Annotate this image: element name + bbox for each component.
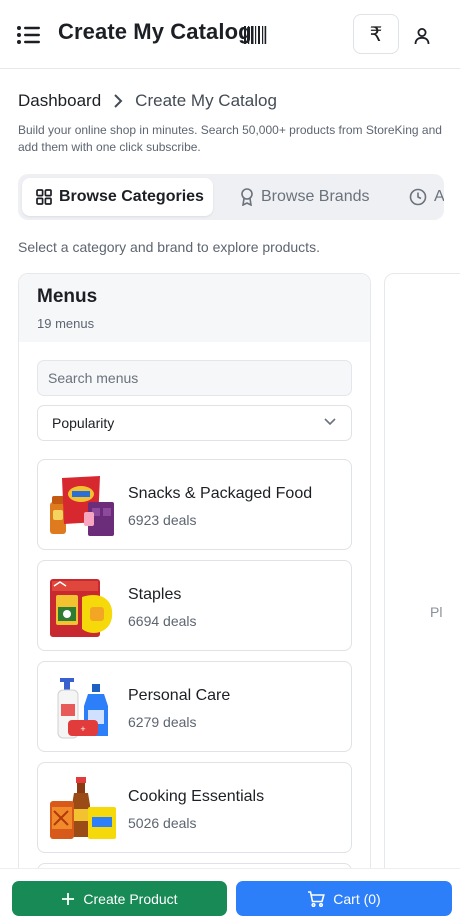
user-icon[interactable] [408, 22, 436, 50]
cart-button[interactable]: Cart (0) [236, 881, 452, 916]
menus-header: Menus 19 menus [19, 274, 370, 342]
cooking-essentials-image [50, 777, 116, 839]
category-name: Personal Care [128, 687, 231, 704]
category-card-cooking-essentials[interactable]: Cooking Essentials 5026 deals [37, 762, 352, 853]
clock-icon [409, 188, 427, 206]
tab-browse-categories[interactable]: Browse Categories [22, 178, 213, 216]
hamburger-icon[interactable] [14, 20, 44, 50]
products-placeholder: Pl [430, 604, 443, 620]
chevron-down-icon [324, 418, 336, 426]
plus-icon [62, 892, 75, 905]
breadcrumb: Dashboard Create My Catalog [18, 90, 277, 112]
svg-text:+: + [80, 724, 85, 734]
category-name: Cooking Essentials [128, 788, 265, 805]
category-deals: 6923 deals [128, 512, 197, 528]
page-description: Build your online shop in minutes. Searc… [18, 123, 442, 154]
tab-label: A [434, 188, 444, 205]
grid-icon [36, 189, 52, 205]
currency-button[interactable]: ₹ [353, 14, 399, 54]
barcode-icon[interactable] [243, 25, 267, 50]
cart-label: Cart (0) [333, 890, 381, 907]
personal-care-image: + [57, 678, 108, 739]
create-product-button[interactable]: Create Product [12, 881, 227, 916]
top-bar: Create My Catalog ₹ [0, 0, 460, 69]
category-deals: 5026 deals [128, 815, 197, 831]
tab-label: Browse Categories [59, 188, 204, 205]
category-name: Staples [128, 586, 182, 603]
bottom-action-bar: Create Product Cart (0) [0, 868, 460, 919]
chevron-right-icon [113, 93, 123, 109]
sort-value: Popularity [52, 415, 115, 431]
create-product-label: Create Product [83, 890, 178, 907]
snacks-image [50, 476, 114, 536]
breadcrumb-dashboard-link[interactable]: Dashboard [18, 91, 101, 111]
products-panel: Pl [384, 273, 460, 893]
sort-select[interactable]: Popularity [37, 405, 352, 441]
category-deals: 6279 deals [128, 714, 197, 730]
menus-panel: Menus 19 menus Popularity Snacks & Packa… [18, 273, 371, 893]
category-card-snacks[interactable]: Snacks & Packaged Food 6923 deals [37, 459, 352, 550]
breadcrumb-current: Create My Catalog [135, 91, 277, 110]
category-name: Snacks & Packaged Food [128, 485, 313, 502]
menus-title: Menus [37, 286, 98, 307]
award-icon [241, 188, 253, 206]
menus-count: 19 menus [37, 316, 95, 331]
tab-browse-brands[interactable]: Browse Brands [240, 178, 370, 216]
app-title: Create My Catalog [58, 19, 252, 44]
rupee-icon: ₹ [369, 23, 383, 46]
category-card-staples[interactable]: Staples 6694 deals [37, 560, 352, 651]
staples-image [50, 579, 113, 637]
browse-tabs: Browse Categories Browse Brands A [18, 174, 444, 220]
cart-icon [308, 890, 326, 907]
tab-label: Browse Brands [261, 188, 370, 205]
category-deals: 6694 deals [128, 613, 197, 629]
search-menus-input[interactable] [37, 360, 352, 396]
tab-third[interactable]: A [409, 178, 444, 216]
selection-hint: Select a category and brand to explore p… [18, 239, 320, 255]
category-card-personal-care[interactable]: + Personal Care 6279 deals [37, 661, 352, 752]
